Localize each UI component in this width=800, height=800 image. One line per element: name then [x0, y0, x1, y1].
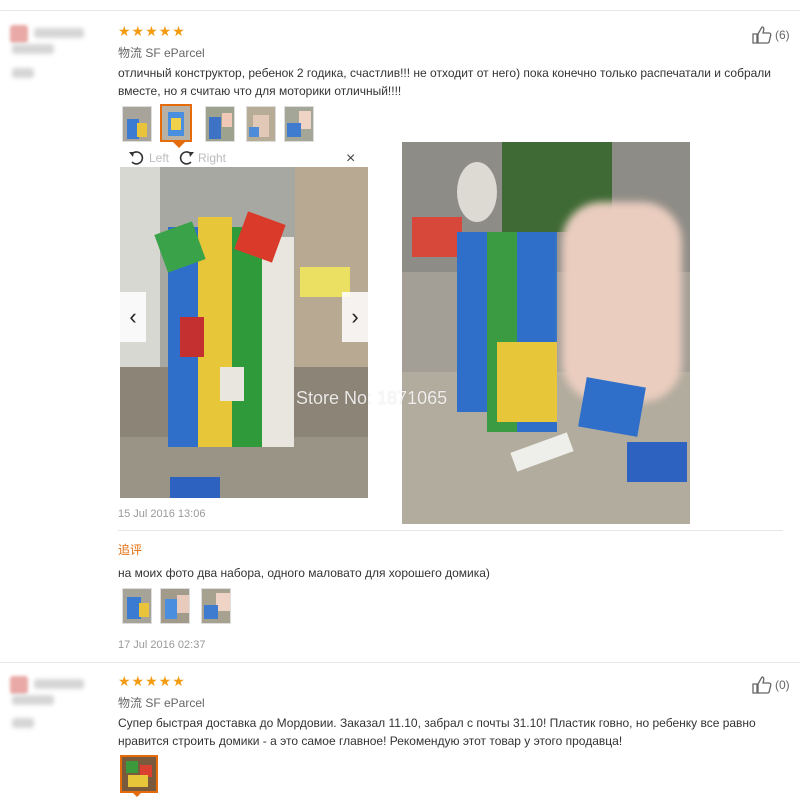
review-photo-thumb-selected[interactable]: [120, 755, 158, 793]
like-count: (6): [775, 28, 790, 42]
review-photo-second: [402, 142, 690, 524]
thumbs-up-icon: [752, 676, 772, 694]
reviewer-name: [34, 28, 84, 38]
selected-indicator: [131, 791, 143, 797]
rotate-right-button[interactable]: Right: [177, 150, 226, 166]
followup-photo-thumb[interactable]: [122, 588, 152, 624]
store-watermark: Store No: 1871065: [296, 388, 448, 408]
rating-stars: ★★★★★: [118, 23, 186, 39]
review-date: 15 Jul 2016 13:06: [118, 508, 206, 520]
next-photo-button[interactable]: ›: [342, 292, 368, 342]
logistics-info: 物流 SF eParcel: [118, 696, 205, 710]
review-photo-thumb-selected[interactable]: [160, 104, 192, 142]
followup-photo-thumb[interactable]: [201, 588, 231, 624]
selected-indicator: [173, 142, 185, 148]
followup-photo-thumb[interactable]: [160, 588, 190, 624]
like-button[interactable]: (6): [752, 26, 790, 44]
reviewer-flag: [12, 68, 34, 78]
rotate-right-icon: [179, 151, 194, 165]
review-photo-large: [120, 167, 368, 498]
top-divider: [0, 10, 800, 11]
followup-divider: [118, 530, 783, 531]
rating-stars: ★★★★★: [118, 673, 186, 689]
logistics-info: 物流 SF eParcel: [118, 46, 205, 60]
reviewer-avatar: [10, 25, 28, 43]
review-photo-thumb[interactable]: [284, 106, 314, 142]
close-viewer-button[interactable]: ×: [346, 150, 355, 168]
review-photo-thumb[interactable]: [122, 106, 152, 142]
reviewer-country: [12, 695, 54, 705]
review-photo-thumb[interactable]: [246, 106, 276, 142]
rotate-left-button[interactable]: Left: [128, 150, 169, 166]
reviewer-avatar: [10, 676, 28, 694]
reviewer-flag: [12, 718, 34, 728]
review-photo-thumb[interactable]: [205, 106, 235, 142]
rotate-left-label: Left: [149, 151, 170, 165]
rotate-left-icon: [129, 151, 144, 165]
followup-date: 17 Jul 2016 02:37: [118, 639, 206, 651]
like-count: (0): [775, 678, 790, 692]
followup-label: 追评: [118, 543, 143, 557]
followup-text: на моих фото два набора, одного маловато…: [118, 566, 490, 580]
reviewer-name: [34, 679, 84, 689]
previous-photo-button[interactable]: ‹: [120, 292, 146, 342]
review-text: Супер быстрая доставка до Мордовии. Зака…: [118, 716, 756, 748]
reviewer-country: [12, 44, 54, 54]
review-divider: [0, 662, 800, 663]
review-text: отличный конструктор, ребенок 2 годика, …: [118, 66, 772, 98]
like-button[interactable]: (0): [752, 676, 790, 694]
thumbs-up-icon: [752, 26, 772, 44]
rotate-right-label: Right: [198, 151, 227, 165]
